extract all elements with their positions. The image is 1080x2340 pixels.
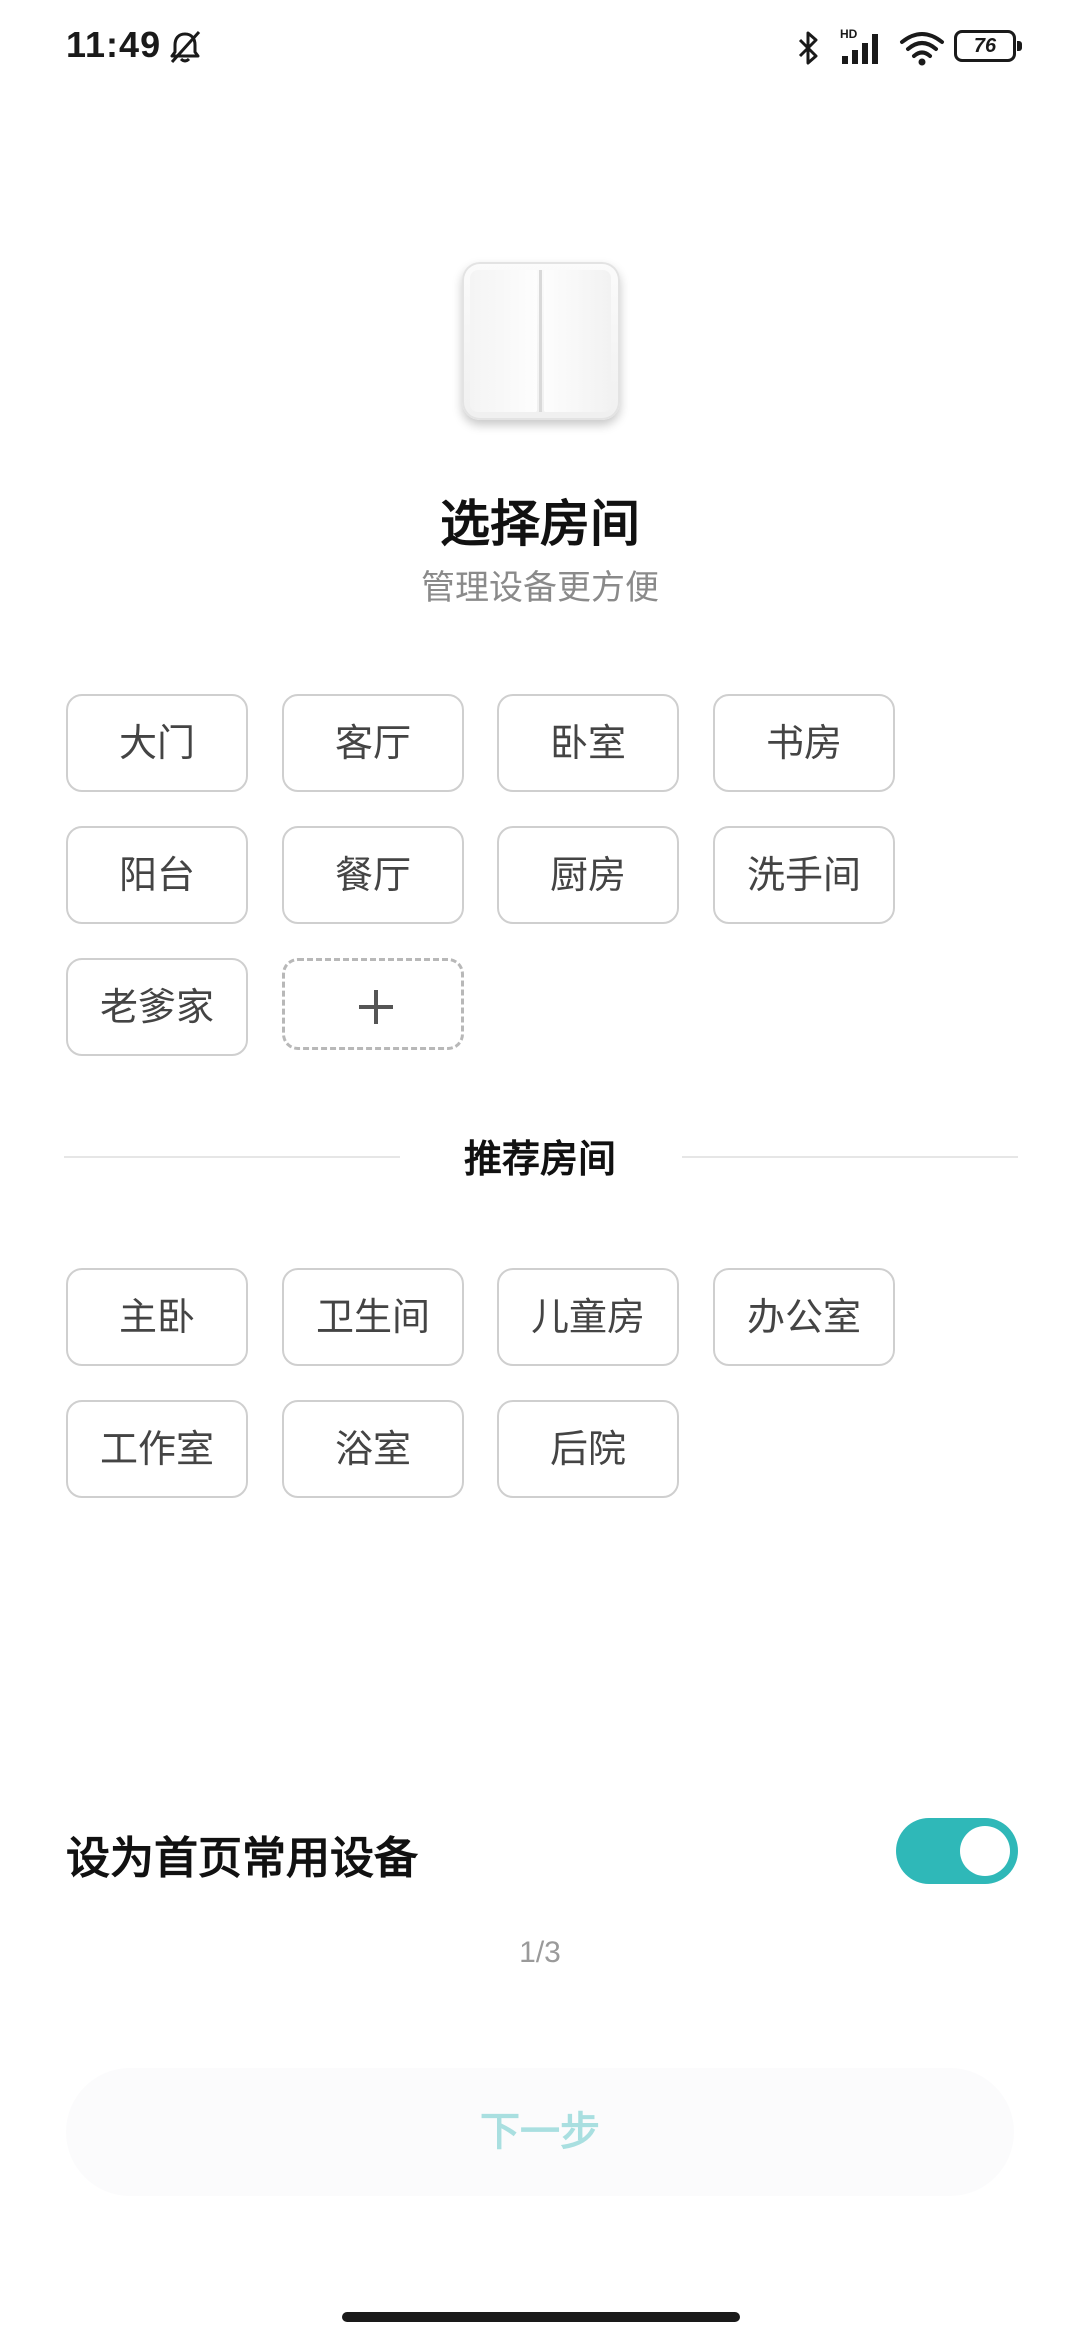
page-title: 选择房间 (440, 495, 640, 553)
home-device-toggle[interactable] (896, 1818, 1018, 1884)
double-rocker-switch-icon (462, 262, 620, 420)
recommended-room-chip[interactable]: 主卧 (66, 1268, 248, 1366)
room-chip[interactable]: 客厅 (282, 694, 464, 792)
bell-off-icon (170, 30, 201, 64)
room-chip[interactable]: 书房 (713, 694, 895, 792)
room-chip[interactable]: 餐厅 (282, 826, 464, 924)
bluetooth-icon (798, 31, 818, 65)
battery-icon: 76 (954, 30, 1022, 62)
status-time: 11:49 (66, 24, 162, 65)
recommended-room-chip[interactable]: 卫生间 (282, 1268, 464, 1366)
status-bar: 11:49 HD 76 (0, 0, 1080, 96)
room-chip[interactable]: 阳台 (66, 826, 248, 924)
recommended-room-chip[interactable]: 后院 (497, 1400, 679, 1498)
network-badge: HD (840, 27, 858, 41)
battery-level: 76 (973, 35, 997, 57)
plus-icon (359, 990, 393, 1024)
signal-icon: HD (840, 27, 878, 64)
room-chip[interactable]: 洗手间 (713, 826, 895, 924)
section-divider-right (682, 1156, 1018, 1158)
recommended-room-chip[interactable]: 儿童房 (497, 1268, 679, 1366)
room-chip[interactable]: 老爹家 (66, 958, 248, 1056)
recommended-room-chip[interactable]: 办公室 (713, 1268, 895, 1366)
recommended-room-chip[interactable]: 工作室 (66, 1400, 248, 1498)
recommended-room-chip[interactable]: 浴室 (282, 1400, 464, 1498)
room-chip[interactable]: 大门 (66, 694, 248, 792)
wifi-icon (900, 32, 944, 66)
home-device-label: 设为首页常用设备 (66, 1833, 418, 1884)
add-room-button[interactable] (282, 958, 464, 1050)
home-indicator[interactable] (342, 2312, 740, 2322)
choose-room-screen: 11:49 HD 76 选择房间 管理设备更方便 大门 客厅 卧室 书房 阳台 … (0, 0, 1080, 2340)
toggle-knob (960, 1826, 1010, 1876)
room-chip[interactable]: 厨房 (497, 826, 679, 924)
next-button[interactable]: 下一步 (66, 2068, 1014, 2196)
page-indicator: 1/3 (519, 1936, 561, 1969)
page-subtitle: 管理设备更方便 (421, 568, 659, 608)
room-chip[interactable]: 卧室 (497, 694, 679, 792)
